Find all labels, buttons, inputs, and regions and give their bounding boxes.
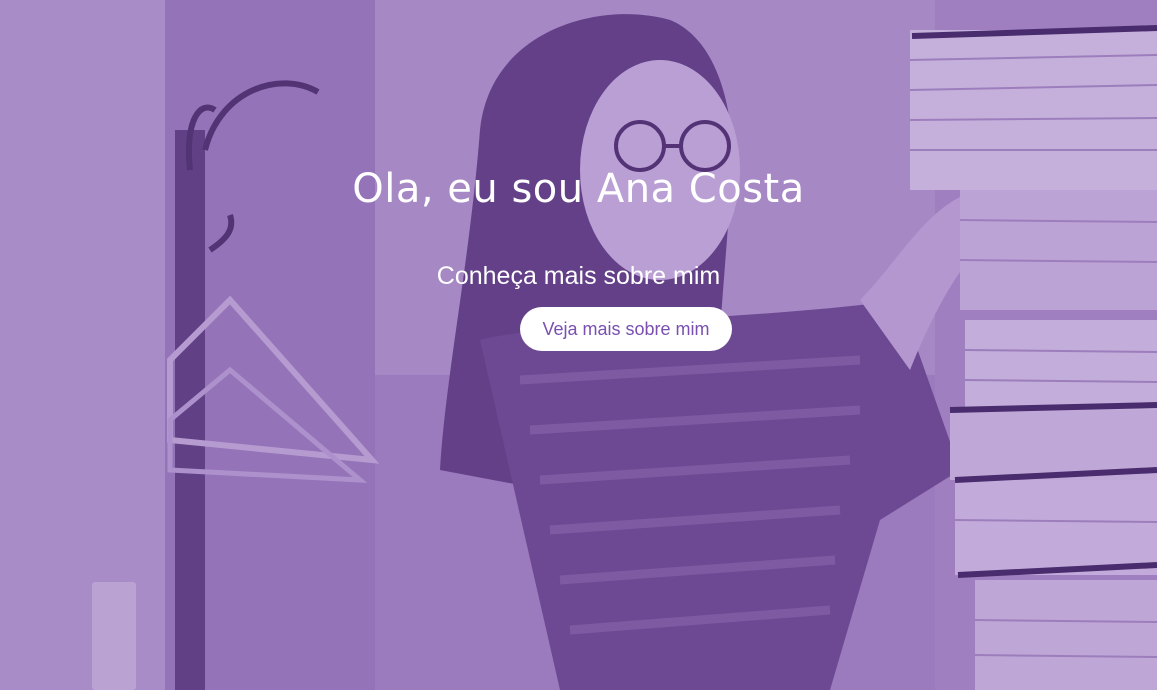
hero-section: Ola, eu sou Ana Costa Conheça mais sobre… xyxy=(0,0,1157,690)
hero-subtitle: Conheça mais sobre mim xyxy=(436,262,721,290)
see-more-button[interactable]: Veja mais sobre mim xyxy=(520,307,732,351)
hero-title: Ola, eu sou Ana Costa xyxy=(352,166,805,212)
